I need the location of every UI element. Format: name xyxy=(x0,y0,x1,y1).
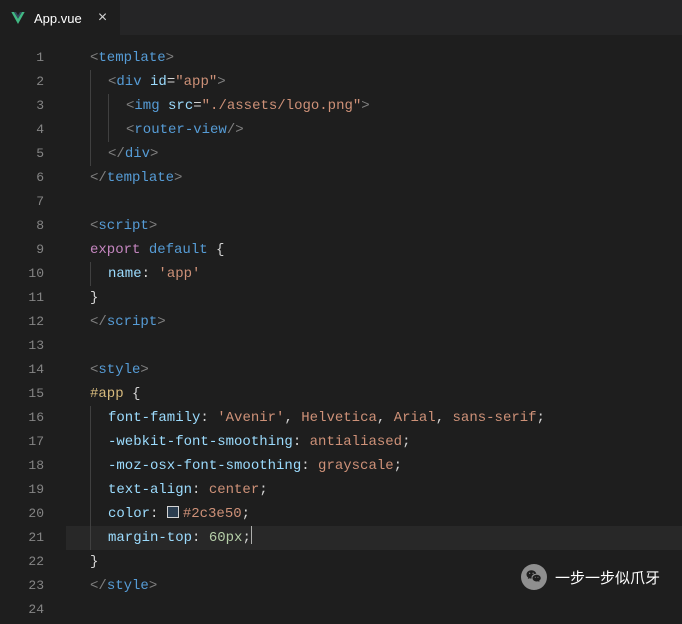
line-number[interactable]: 19 xyxy=(4,478,66,502)
tab-bar: App.vue × xyxy=(0,0,682,36)
line-number[interactable]: 7 xyxy=(4,190,66,214)
code-line[interactable]: </div> xyxy=(66,142,682,166)
text-cursor xyxy=(251,526,252,544)
code-line[interactable] xyxy=(66,598,682,622)
code-line[interactable] xyxy=(66,190,682,214)
line-number[interactable]: 23 xyxy=(4,574,66,598)
line-number[interactable]: 18 xyxy=(4,454,66,478)
code-line[interactable]: </script> xyxy=(66,310,682,334)
code-line[interactable]: text-align: center; xyxy=(66,478,682,502)
line-number[interactable]: 8 xyxy=(4,214,66,238)
code-line[interactable]: -moz-osx-font-smoothing: grayscale; xyxy=(66,454,682,478)
editor: 123456789101112131415161718192021222324 … xyxy=(0,36,682,624)
line-number[interactable]: 24 xyxy=(4,598,66,622)
tab-app-vue[interactable]: App.vue × xyxy=(0,0,120,36)
code-line[interactable]: color: #2c3e50; xyxy=(66,502,682,526)
tab-label: App.vue xyxy=(34,11,82,26)
line-number[interactable]: 20 xyxy=(4,502,66,526)
watermark-text: 一步一步似爪牙 xyxy=(555,567,660,588)
code-line[interactable]: <script> xyxy=(66,214,682,238)
code-line[interactable]: <style> xyxy=(66,358,682,382)
line-number[interactable]: 16 xyxy=(4,406,66,430)
line-number[interactable]: 14 xyxy=(4,358,66,382)
line-number[interactable]: 21 xyxy=(4,526,66,550)
vue-icon xyxy=(10,10,26,26)
line-number[interactable]: 12 xyxy=(4,310,66,334)
line-number[interactable]: 11 xyxy=(4,286,66,310)
code-line[interactable]: <router-view/> xyxy=(66,118,682,142)
code-line[interactable]: } xyxy=(66,286,682,310)
code-line[interactable]: <img src="./assets/logo.png"> xyxy=(66,94,682,118)
code-line[interactable]: export default { xyxy=(66,238,682,262)
line-number[interactable]: 10 xyxy=(4,262,66,286)
line-number[interactable]: 13 xyxy=(4,334,66,358)
line-number[interactable]: 9 xyxy=(4,238,66,262)
watermark: 一步一步似爪牙 xyxy=(521,564,660,590)
line-number[interactable]: 4 xyxy=(4,118,66,142)
code-line[interactable]: </template> xyxy=(66,166,682,190)
line-number[interactable]: 17 xyxy=(4,430,66,454)
code-line[interactable]: -webkit-font-smoothing: antialiased; xyxy=(66,430,682,454)
wechat-icon xyxy=(521,564,547,590)
code-line-active[interactable]: margin-top: 60px; xyxy=(66,526,682,550)
code-line[interactable]: <div id="app"> xyxy=(66,70,682,94)
line-number[interactable]: 22 xyxy=(4,550,66,574)
code-line[interactable] xyxy=(66,334,682,358)
code-line[interactable]: font-family: 'Avenir', Helvetica, Arial,… xyxy=(66,406,682,430)
line-number[interactable]: 5 xyxy=(4,142,66,166)
line-number[interactable]: 6 xyxy=(4,166,66,190)
code-line[interactable]: name: 'app' xyxy=(66,262,682,286)
line-number[interactable]: 2 xyxy=(4,70,66,94)
gutter: 123456789101112131415161718192021222324 xyxy=(4,36,66,624)
code-line[interactable]: <template> xyxy=(66,46,682,70)
line-number[interactable]: 1 xyxy=(4,46,66,70)
color-swatch-icon[interactable] xyxy=(167,506,179,518)
line-number[interactable]: 3 xyxy=(4,94,66,118)
close-icon[interactable]: × xyxy=(98,10,108,26)
code-line[interactable]: #app { xyxy=(66,382,682,406)
line-number[interactable]: 15 xyxy=(4,382,66,406)
code-area[interactable]: <template> <div id="app"> <img src="./as… xyxy=(66,36,682,624)
